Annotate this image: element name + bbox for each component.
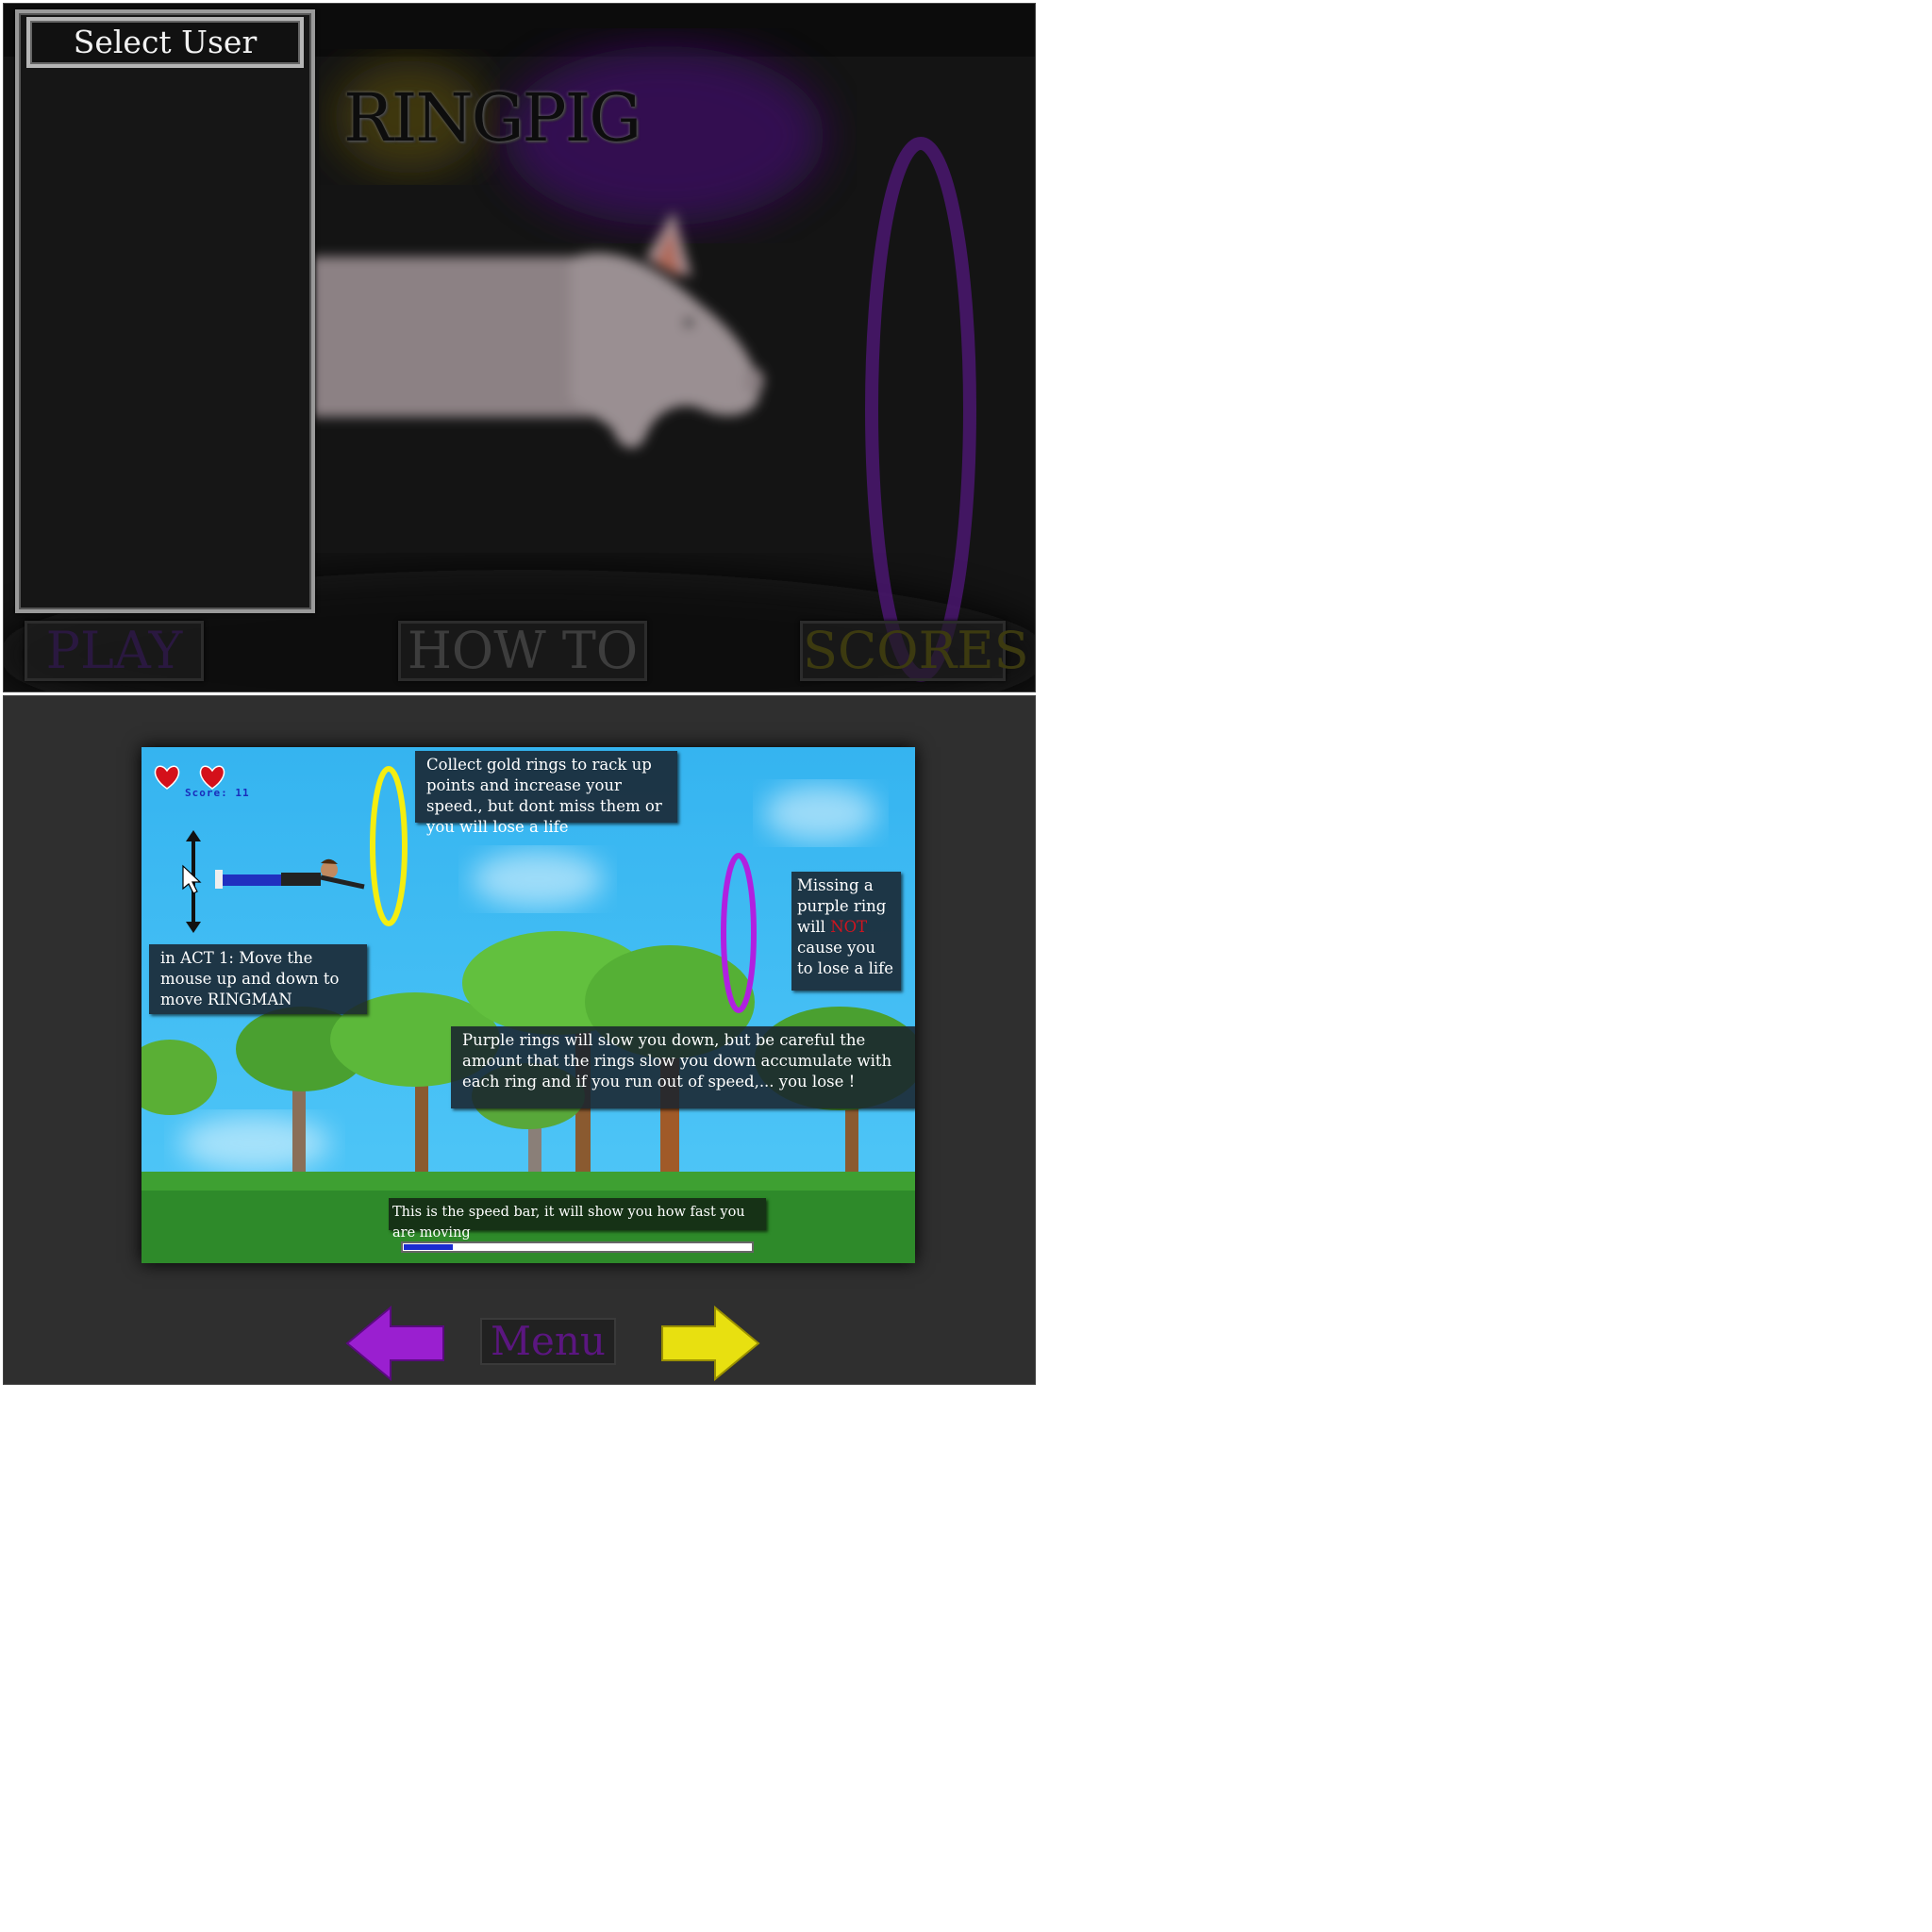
tip-missing-text-after: cause you to lose a life xyxy=(797,939,894,977)
play-button[interactable]: PLAY xyxy=(25,621,204,681)
tip-purple-rings: Purple rings will slow you down, but be … xyxy=(451,1026,915,1108)
tip-gold-rings: Collect gold rings to rack up points and… xyxy=(415,751,677,836)
how-to-button[interactable]: HOW TO xyxy=(398,621,647,681)
main-menu-screen: Select User RINGPIG PLAY HOW TO SCORES xyxy=(3,3,1036,692)
left-arrow-icon xyxy=(345,1305,444,1382)
select-user-title: Select User xyxy=(26,17,304,68)
score-label: Score: 11 xyxy=(185,787,250,799)
speed-bar xyxy=(401,1241,754,1253)
previous-page-button[interactable] xyxy=(345,1305,445,1382)
speed-bar-fill xyxy=(404,1244,453,1250)
tip-move-mouse: in ACT 1: Move the mouse up and down to … xyxy=(149,944,367,1014)
select-user-panel: Select User xyxy=(15,9,315,613)
how-to-screen: Score: 11 Collect gold rings to rack up … xyxy=(3,695,1036,1385)
purple-ring xyxy=(865,137,976,682)
flying-pig-image xyxy=(311,211,764,448)
heart-icon xyxy=(153,764,181,791)
menu-button[interactable]: Menu xyxy=(480,1318,616,1365)
tip-missing-warning: NOT xyxy=(830,918,868,936)
next-page-button[interactable] xyxy=(660,1305,760,1382)
scores-button[interactable]: SCORES xyxy=(800,621,1029,681)
tip-missing-purple-ring: Missing a purple ring will NOT cause you… xyxy=(791,872,901,991)
game-title-logo: RINGPIG xyxy=(343,79,641,157)
tip-speed-bar: This is the speed bar, it will show you … xyxy=(389,1198,766,1241)
user-list[interactable] xyxy=(26,75,296,600)
tutorial-image-panel: Score: 11 Collect gold rings to rack up … xyxy=(142,747,915,1263)
right-arrow-icon xyxy=(661,1305,760,1382)
